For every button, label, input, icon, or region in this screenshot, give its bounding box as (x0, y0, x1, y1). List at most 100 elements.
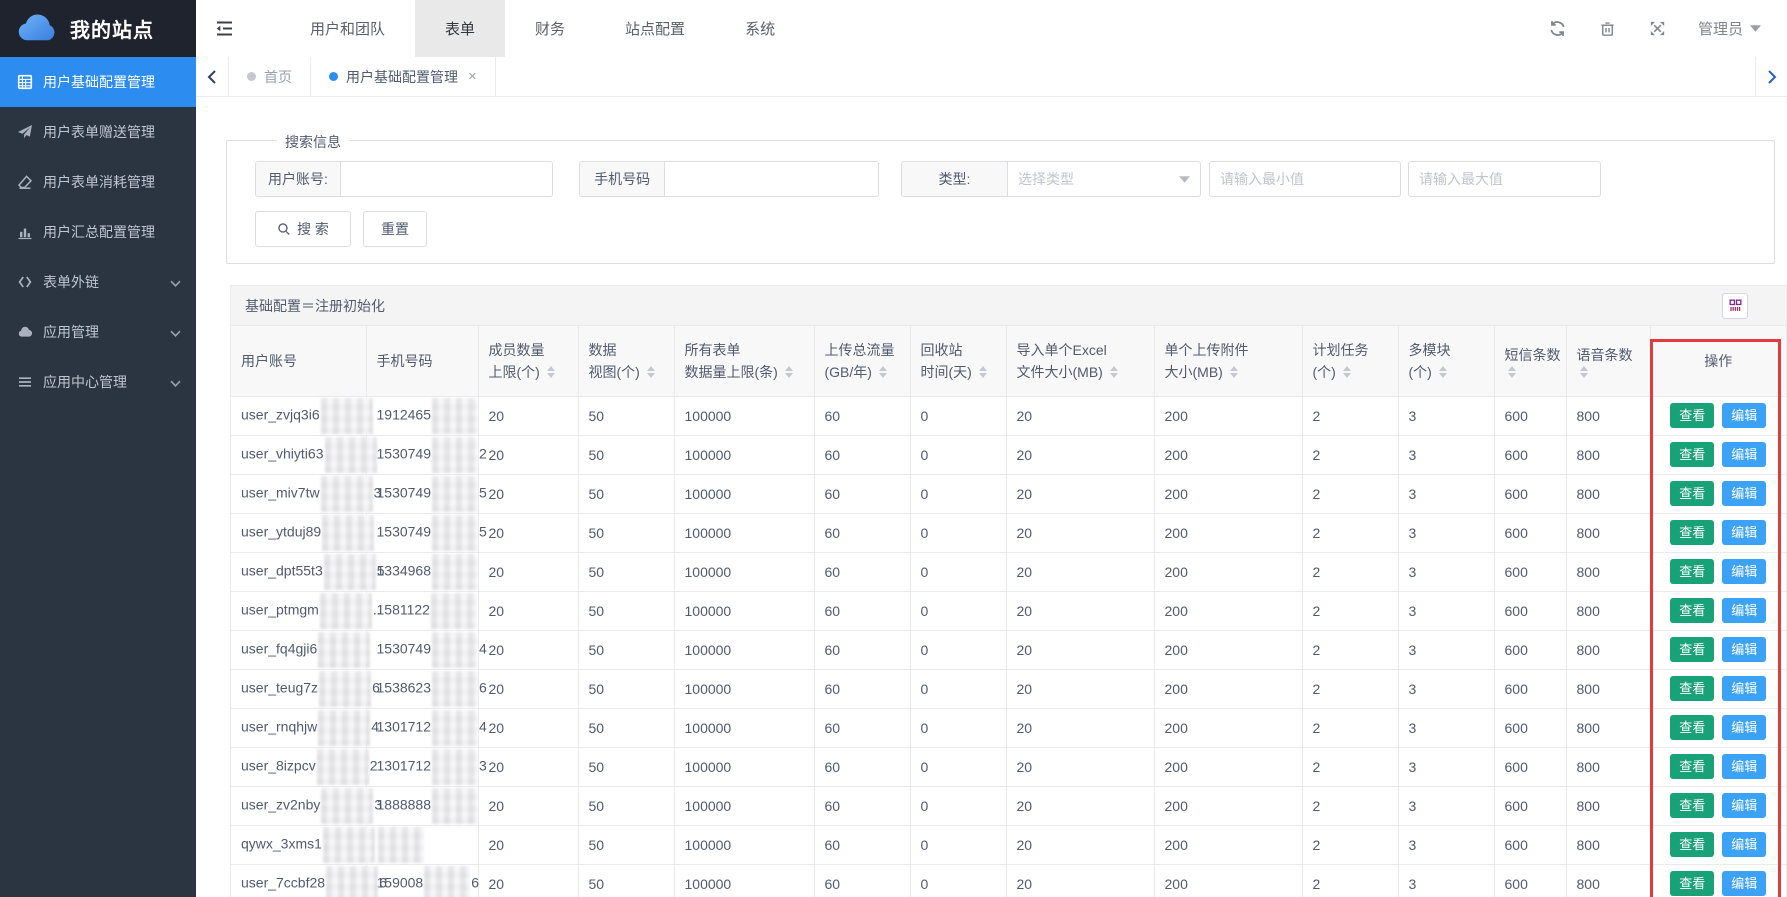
sort-icon[interactable] (1439, 366, 1447, 378)
edit-button[interactable]: 编辑 (1722, 520, 1766, 546)
tab-1[interactable]: 首页 (229, 57, 311, 96)
view-button[interactable]: 查看 (1670, 676, 1714, 702)
sort-icon[interactable] (1110, 366, 1118, 378)
type-select[interactable]: 选择类型 (1008, 162, 1200, 196)
column-header-6[interactable]: 上传总流量(GB/年) (814, 326, 910, 396)
sidebar-item-5[interactable]: 表单外链 (0, 257, 196, 307)
sort-icon[interactable] (785, 366, 793, 378)
view-button[interactable]: 查看 (1670, 403, 1714, 429)
sort-icon[interactable] (1508, 366, 1516, 378)
top-menu-item-2[interactable]: 表单 (415, 0, 505, 57)
column-header-8[interactable]: 导入单个Excel文件大小(MB) (1006, 326, 1154, 396)
top-menu-item-5[interactable]: 系统 (715, 0, 805, 57)
column-header-10[interactable]: 计划任务(个) (1302, 326, 1398, 396)
search-panel-legend: 搜索信息 (277, 132, 349, 152)
sidebar-item-2[interactable]: 用户表单赠送管理 (0, 107, 196, 157)
view-button[interactable]: 查看 (1670, 832, 1714, 858)
search-button[interactable]: 搜 索 (255, 211, 351, 247)
column-header-13[interactable]: 语音条数 (1566, 326, 1650, 396)
table-header: 用户账号手机号码成员数量上限(个)数据视图(个)所有表单数据量上限(条)上传总流… (231, 326, 1786, 396)
edit-button[interactable]: 编辑 (1722, 832, 1766, 858)
view-button[interactable]: 查看 (1670, 559, 1714, 585)
view-button[interactable]: 查看 (1670, 754, 1714, 780)
collapse-sidebar-icon[interactable] (196, 0, 252, 57)
sidebar-item-3[interactable]: 用户表单消耗管理 (0, 157, 196, 207)
censored-text (322, 515, 374, 551)
edit-button[interactable]: 编辑 (1722, 793, 1766, 819)
admin-menu[interactable]: 管理员 (1698, 18, 1761, 39)
sort-icon[interactable] (1230, 366, 1238, 378)
censored-text (432, 632, 478, 668)
edit-button[interactable]: 编辑 (1722, 715, 1766, 741)
view-button[interactable]: 查看 (1670, 793, 1714, 819)
view-button[interactable]: 查看 (1670, 871, 1714, 897)
edit-button[interactable]: 编辑 (1722, 754, 1766, 780)
action-cell: 查看编辑 (1650, 396, 1786, 435)
reset-button[interactable]: 重置 (363, 211, 427, 247)
type-label: 类型: (902, 162, 1008, 196)
view-button[interactable]: 查看 (1670, 637, 1714, 663)
view-button[interactable]: 查看 (1670, 442, 1714, 468)
view-button[interactable]: 查看 (1670, 715, 1714, 741)
account-input[interactable] (341, 162, 552, 196)
sort-icon[interactable] (979, 366, 987, 378)
top-menu-item-1[interactable]: 用户和团队 (280, 0, 415, 57)
sort-icon[interactable] (1580, 366, 1588, 378)
value-cell: 3 (1398, 864, 1494, 897)
edit-button[interactable]: 编辑 (1722, 637, 1766, 663)
edit-button[interactable]: 编辑 (1722, 598, 1766, 624)
chevron-left-icon[interactable] (196, 57, 228, 96)
search-button-label: 搜 索 (297, 219, 329, 239)
chevron-right-icon[interactable] (1755, 57, 1787, 96)
phone-input[interactable] (665, 162, 878, 196)
phone-cell: 13017124 (366, 708, 478, 747)
type-select-value: 选择类型 (1018, 169, 1074, 189)
column-header-11[interactable]: 多模块(个) (1398, 326, 1494, 396)
sidebar-item-1[interactable]: 用户基础配置管理 (0, 57, 196, 107)
min-value-input[interactable] (1210, 162, 1400, 196)
sort-icon[interactable] (879, 366, 887, 378)
sidebar-item-7[interactable]: 应用中心管理 (0, 357, 196, 407)
view-button[interactable]: 查看 (1670, 481, 1714, 507)
value-cell: 3 (1398, 786, 1494, 825)
value-cell: 100000 (674, 591, 814, 630)
column-header-12[interactable]: 短信条数 (1494, 326, 1566, 396)
edit-button[interactable]: 编辑 (1722, 481, 1766, 507)
value-cell: 20 (1006, 435, 1154, 474)
sort-icon[interactable] (1343, 366, 1351, 378)
column-header-4[interactable]: 数据视图(个) (578, 326, 674, 396)
view-button[interactable]: 查看 (1670, 598, 1714, 624)
top-menu-item-4[interactable]: 站点配置 (595, 0, 715, 57)
edit-button[interactable]: 编辑 (1722, 442, 1766, 468)
sort-icon[interactable] (547, 366, 555, 378)
edit-button[interactable]: 编辑 (1722, 559, 1766, 585)
value-cell: 100000 (674, 786, 814, 825)
edit-button[interactable]: 编辑 (1722, 871, 1766, 897)
fullscreen-icon[interactable] (1648, 19, 1668, 39)
edit-button[interactable]: 编辑 (1722, 676, 1766, 702)
column-header-7[interactable]: 回收站时间(天) (910, 326, 1006, 396)
column-header-line1: 手机号码 (377, 350, 468, 372)
sort-icon[interactable] (647, 366, 655, 378)
column-header-3[interactable]: 成员数量上限(个) (478, 326, 578, 396)
top-menu-item-3[interactable]: 财务 (505, 0, 595, 57)
tab-2[interactable]: 用户基础配置管理× (311, 57, 496, 96)
table-row: user_zvjq3i61912465205010000060020200236… (231, 396, 1786, 435)
value-cell: 2 (1302, 435, 1398, 474)
max-value-input[interactable] (1409, 162, 1600, 196)
close-icon[interactable]: × (468, 69, 477, 84)
column-settings-icon[interactable] (1722, 293, 1748, 319)
value-cell: 0 (910, 708, 1006, 747)
view-button[interactable]: 查看 (1670, 520, 1714, 546)
column-header-5[interactable]: 所有表单数据量上限(条) (674, 326, 814, 396)
trash-icon[interactable] (1598, 19, 1618, 39)
sidebar-item-6[interactable]: 应用管理 (0, 307, 196, 357)
refresh-icon[interactable] (1548, 19, 1568, 39)
sidebar-item-4[interactable]: 用户汇总配置管理 (0, 207, 196, 257)
value-cell: 20 (1006, 825, 1154, 864)
value-cell: 20 (1006, 786, 1154, 825)
value-cell: 20 (478, 864, 578, 897)
edit-button[interactable]: 编辑 (1722, 403, 1766, 429)
value-cell: 800 (1566, 513, 1650, 552)
column-header-9[interactable]: 单个上传附件大小(MB) (1154, 326, 1302, 396)
